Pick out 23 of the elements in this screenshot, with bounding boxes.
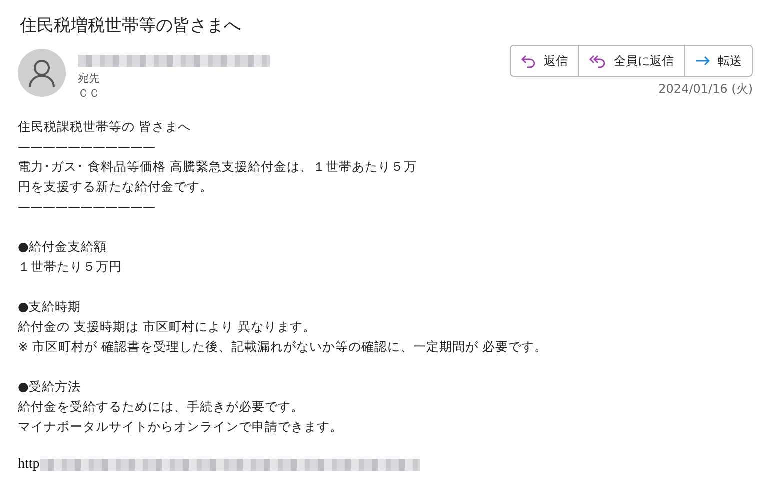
- avatar-icon: [18, 49, 66, 97]
- body-text: 円を支援する新たな給付金です。: [18, 178, 214, 196]
- body-text: ●受給方法: [18, 378, 82, 396]
- body-text: ●給付金支給額: [18, 238, 108, 256]
- body-text: ※ 市区町村が 確認書を受理した後、記載漏れがないか等の確認に、一定期間が 必要です。: [18, 338, 548, 356]
- recipient-label: ＣＣ: [78, 86, 101, 101]
- body-text: ———————————: [18, 138, 156, 156]
- email-date: 2024/01/16 (火): [658, 81, 753, 98]
- forward-icon: [695, 55, 711, 67]
- body-text: 電力･ガス･ 食料品等価格 高騰緊急支援給付金は、１世帯あたり５万: [18, 158, 418, 176]
- body-text: マイナポータルサイトからオンラインで申請できます。: [18, 418, 344, 436]
- forward-button[interactable]: 転送: [684, 46, 752, 76]
- body-text: 住民税課税世帯等の 皆さまへ: [18, 118, 192, 136]
- recipient-label: 宛先: [78, 71, 101, 86]
- reply-icon: [521, 54, 537, 68]
- body-text: 給付金を受給するためには、手続きが必要です。: [18, 398, 305, 416]
- body-text: ———————————: [18, 198, 156, 216]
- reply-all-icon: [589, 54, 607, 68]
- body-text: 給付金の 支援時期は 市区町村により 異なります。: [18, 318, 317, 336]
- email-subject: 住民税増税世帯等の皆さまへ: [19, 15, 242, 37]
- body-text: １世帯たり５万円: [18, 258, 123, 276]
- body-text: ●支給時期: [18, 298, 82, 316]
- link[interactable]: http: [18, 455, 40, 475]
